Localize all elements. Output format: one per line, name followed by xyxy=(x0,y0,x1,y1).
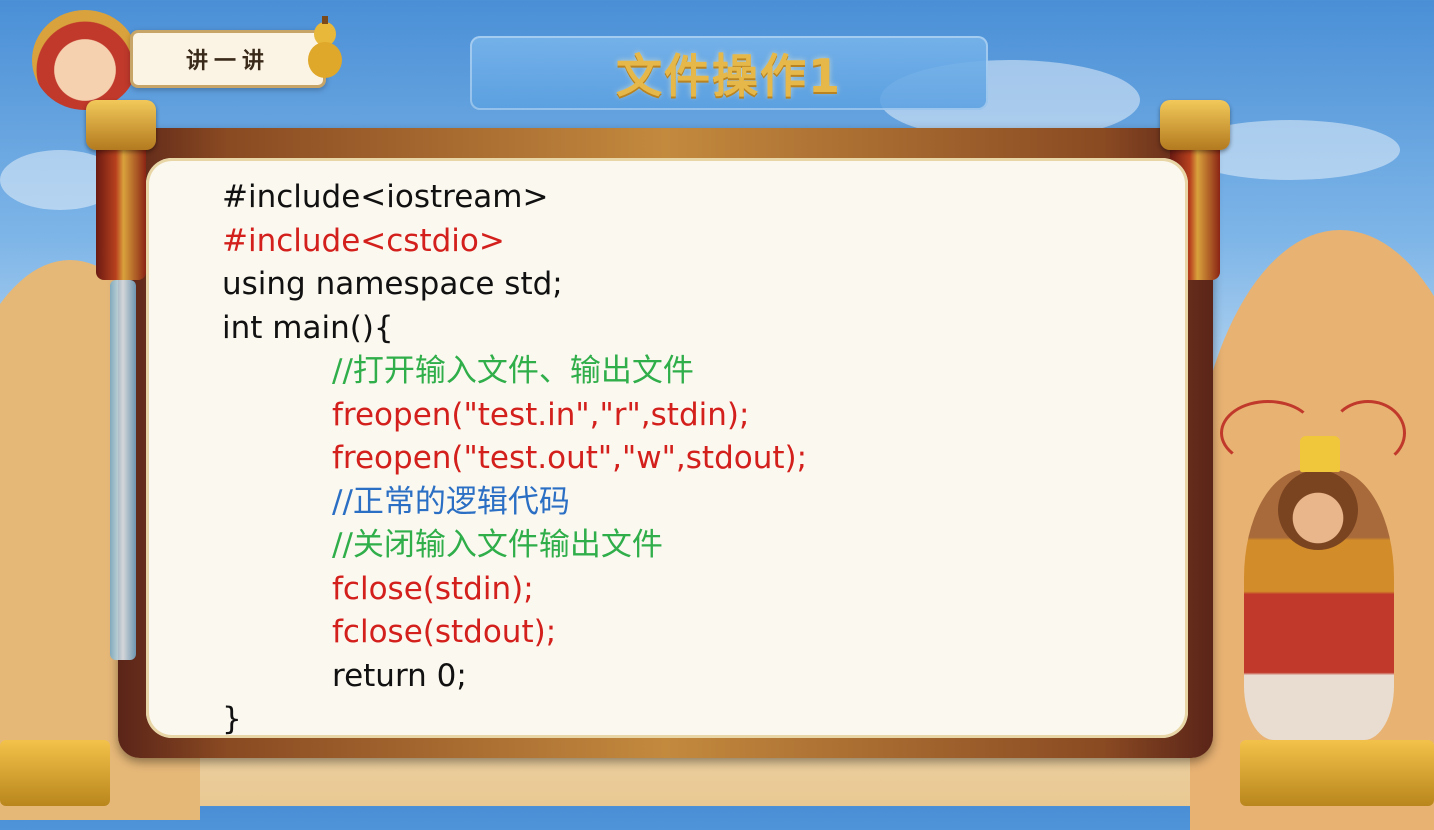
code-line: //打开输入文件、输出文件 xyxy=(222,350,807,394)
slide-title: 文件操作1 xyxy=(615,49,842,103)
code-line: } xyxy=(222,698,807,742)
code-comment: //关闭输入文件输出文件 xyxy=(332,527,663,563)
gold-coins-decoration xyxy=(1240,740,1434,806)
crown-icon xyxy=(1300,436,1340,472)
monkey-king-head xyxy=(1278,470,1358,550)
code-text: fclose(stdin); xyxy=(332,570,534,607)
code-line: using namespace std; xyxy=(222,263,807,307)
gourd-icon xyxy=(308,16,342,78)
code-text: fclose(stdout); xyxy=(332,614,557,650)
code-line: #include<iostream> xyxy=(222,176,807,220)
code-line: freopen("test.in","r",stdin); xyxy=(222,394,807,438)
code-line: fclose(stdout); xyxy=(222,611,807,655)
code-line: //正常的逻辑代码 xyxy=(222,481,807,525)
code-text: #include<iostream> xyxy=(222,179,549,215)
code-line: fclose(stdin); xyxy=(222,568,807,612)
sword-icon xyxy=(110,280,136,660)
left-pillar-cap xyxy=(86,100,156,150)
code-block: #include<iostream> #include<cstdio> usin… xyxy=(222,176,807,742)
section-badge-label: 讲一讲 xyxy=(185,49,270,74)
code-text: using namespace std; xyxy=(222,266,563,302)
code-line: //关闭输入文件输出文件 xyxy=(222,524,807,568)
code-line: freopen("test.out","w",stdout); xyxy=(222,437,807,481)
code-text: #include<cstdio> xyxy=(222,222,505,259)
code-line: int main(){ xyxy=(222,307,807,351)
slide-title-banner: 文件操作1 xyxy=(470,36,988,110)
code-comment: //打开输入文件、输出文件 xyxy=(332,353,694,389)
code-text: } xyxy=(222,701,242,737)
monk-character-icon xyxy=(32,10,138,110)
code-comment: //正常的逻辑代码 xyxy=(332,483,570,520)
code-text: freopen("test.in","r",stdin); xyxy=(332,396,750,433)
antenna-decoration xyxy=(1330,400,1406,466)
gold-coins-decoration xyxy=(0,740,110,806)
code-line: return 0; xyxy=(222,655,807,699)
section-badge: 讲一讲 xyxy=(130,30,326,88)
code-text: int main(){ xyxy=(222,309,394,346)
code-line: #include<cstdio> xyxy=(222,220,807,264)
code-text: freopen("test.out","w",stdout); xyxy=(332,440,808,476)
code-text: return 0; xyxy=(332,657,467,694)
right-pillar-cap xyxy=(1160,100,1230,150)
